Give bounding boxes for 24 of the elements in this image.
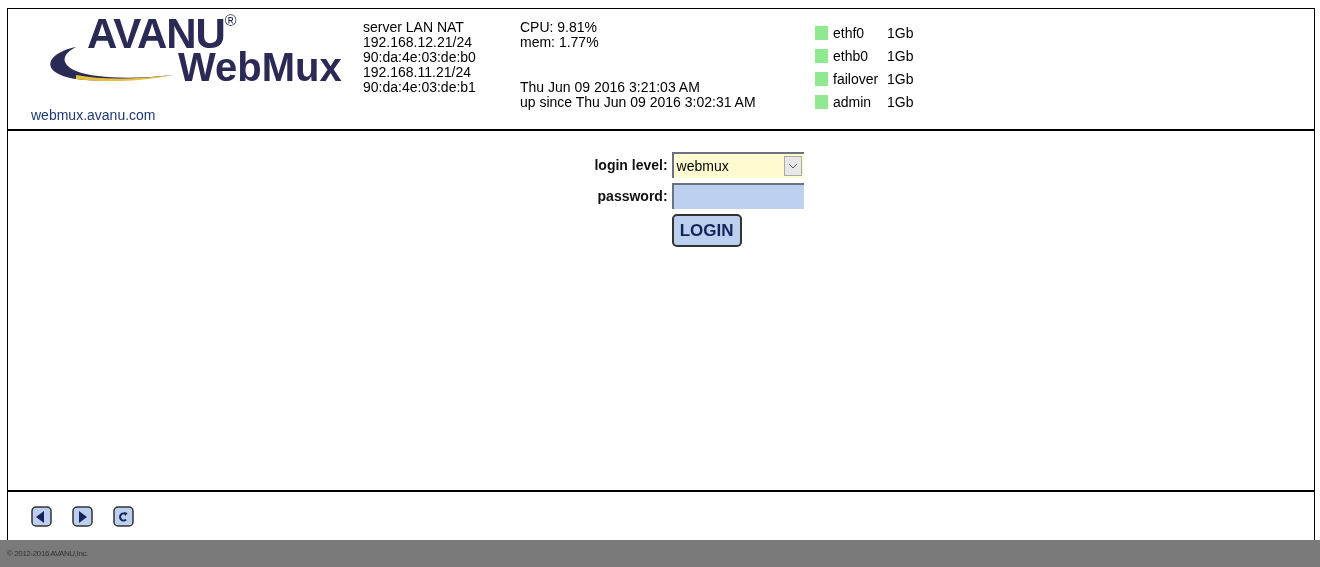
interface-name: ethb0 (833, 46, 870, 66)
product-logo: WebMux (178, 47, 342, 87)
memory-usage: mem: 1.77% (520, 35, 600, 50)
interface-name: admin (833, 92, 873, 112)
interface-speed: 1Gb (887, 92, 914, 112)
network-info: 192.168.11.21/24 (363, 65, 472, 80)
interface-name: failover (833, 69, 880, 89)
copyright-text: © 2012-2016 AVANU,Inc. (7, 547, 88, 560)
interface-name: ethf0 (833, 23, 866, 43)
interface-speed: 1Gb (887, 69, 914, 89)
site-link[interactable]: webmux.avanu.com (31, 105, 156, 126)
network-info: 192.168.12.21/24 (363, 35, 473, 50)
uptime-text: up since Thu Jun 09 2016 3:02:31 AM (520, 95, 757, 110)
cpu-usage: CPU: 9.81% (520, 20, 599, 35)
network-info: 90:da:4e:03:de:b0 (363, 50, 477, 65)
network-info: server LAN NAT (363, 20, 465, 35)
login-button[interactable]: LOGIN (671, 214, 742, 247)
network-info: 90:da:4e:03:de:b1 (363, 80, 477, 95)
current-time: Thu Jun 09 2016 3:21:03 AM (520, 80, 701, 95)
password-label: password: (596, 186, 668, 206)
interface-speed: 1Gb (887, 23, 914, 43)
login-level-dropdown[interactable]: webmux (671, 152, 804, 178)
login-level-label: login level: (594, 155, 668, 175)
interface-speed: 1Gb (887, 46, 914, 66)
